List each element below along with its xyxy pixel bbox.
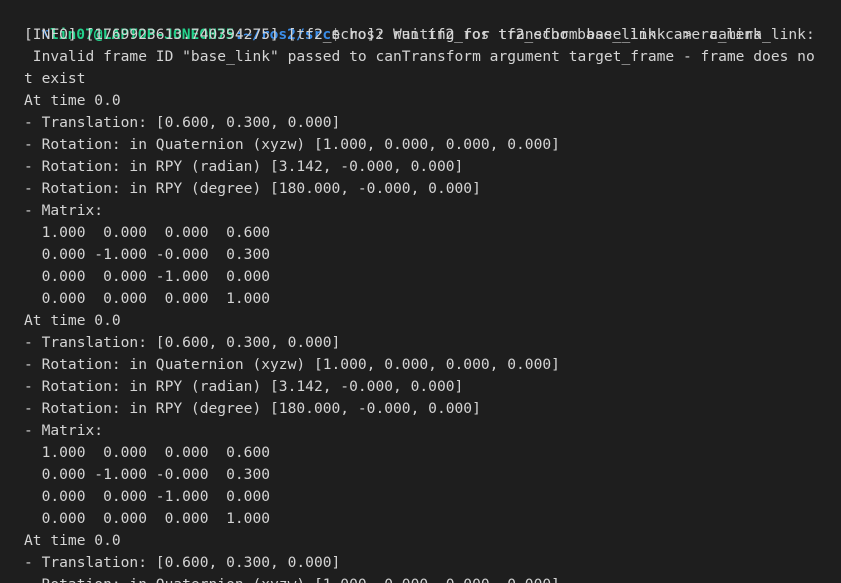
output-line: 0.000 0.000 0.000 1.000 [24, 510, 271, 527]
prompt-line: ⌥lin07@LAPTOP-JONEOH75:~/ros2/src$ ros2 … [6, 2, 762, 43]
output-line: At time 0.0 [24, 532, 121, 549]
output-line: - Matrix: [24, 422, 104, 439]
output-line: 0.000 -1.000 -0.000 0.300 [24, 466, 271, 483]
terminal-window[interactable]: ⌥lin07@LAPTOP-JONEOH75:~/ros2/src$ ros2 … [0, 0, 841, 583]
output-line: - Translation: [0.600, 0.300, 0.000] [24, 554, 341, 571]
output-line: - Rotation: in Quaternion (xyzw) [1.000,… [24, 136, 560, 153]
output-line: At time 0.0 [24, 312, 121, 329]
output-line: 0.000 -1.000 -0.000 0.300 [24, 246, 271, 263]
output-line: - Rotation: in RPY (degree) [180.000, -0… [24, 400, 481, 417]
output-line: At time 0.0 [24, 92, 121, 109]
output-line: - Rotation: in RPY (degree) [180.000, -0… [24, 180, 481, 197]
output-line: 1.000 0.000 0.000 0.600 [24, 444, 271, 461]
output-line: - Matrix: [24, 202, 104, 219]
output-line: - Rotation: in RPY (radian) [3.142, -0.0… [24, 378, 464, 395]
output-line: - Rotation: in Quaternion (xyzw) [1.000,… [24, 574, 560, 583]
output-line: - Translation: [0.600, 0.300, 0.000] [24, 114, 341, 131]
output-line: 0.000 0.000 -1.000 0.000 [24, 268, 271, 285]
output-line: - Translation: [0.600, 0.300, 0.000] [24, 334, 341, 351]
output-line: 1.000 0.000 0.000 0.600 [24, 224, 271, 241]
output-line: t exist [24, 70, 86, 87]
output-line: - Rotation: in Quaternion (xyzw) [1.000,… [24, 356, 560, 373]
output-line: [INFO] [1769923613.740394275] [tf2_echo]… [24, 26, 815, 43]
output-line: Invalid frame ID "base_link" passed to c… [24, 48, 815, 65]
output-line: 0.000 0.000 -1.000 0.000 [24, 488, 271, 505]
output-line: 0.000 0.000 0.000 1.000 [24, 290, 271, 307]
output-line: - Rotation: in RPY (radian) [3.142, -0.0… [24, 158, 464, 175]
